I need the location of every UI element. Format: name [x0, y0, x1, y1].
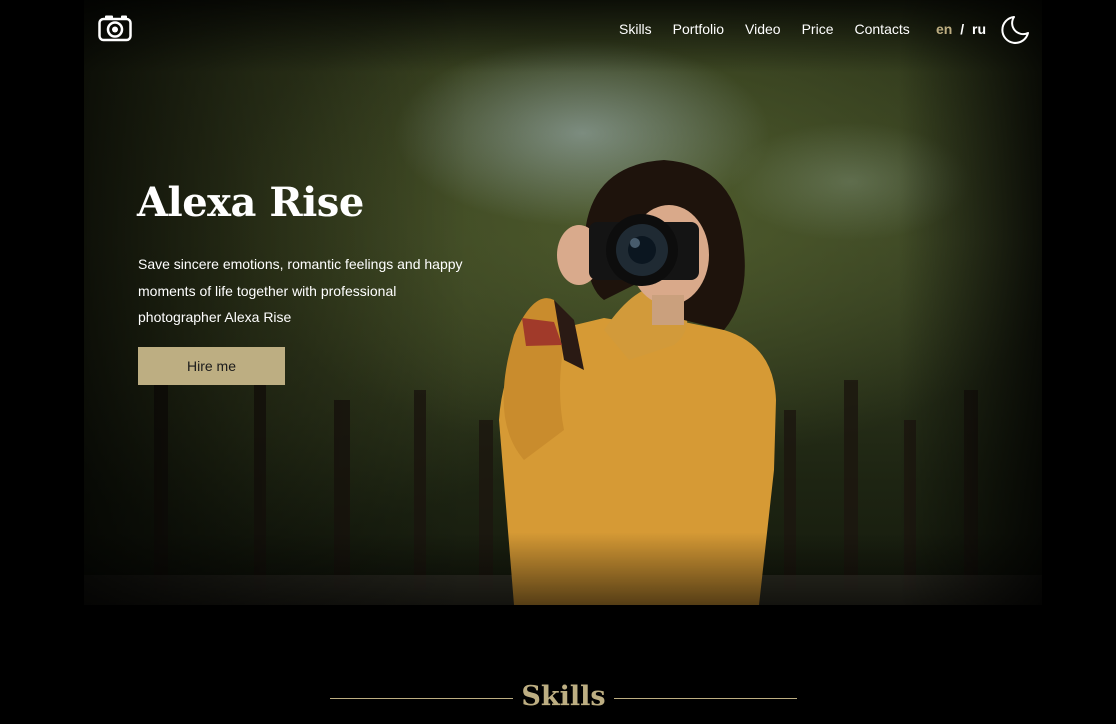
language-switcher: en / ru — [936, 20, 986, 38]
page: Skills Portfolio Video Price Contacts en… — [0, 0, 1116, 724]
hire-me-button[interactable]: Hire me — [138, 347, 285, 385]
nav-contacts[interactable]: Contacts — [855, 20, 910, 38]
camera-icon[interactable] — [98, 14, 132, 42]
skills-title: Skills — [521, 681, 606, 712]
lang-separator: / — [960, 21, 965, 37]
nav-portfolio[interactable]: Portfolio — [673, 20, 724, 38]
skills-divider-left — [330, 698, 513, 699]
moon-icon[interactable] — [1000, 15, 1030, 45]
nav-skills[interactable]: Skills — [619, 20, 652, 38]
hero-title: Alexa Rise — [137, 179, 364, 226]
lang-en[interactable]: en — [936, 21, 952, 37]
nav-price[interactable]: Price — [802, 20, 834, 38]
skills-section-heading: Skills — [0, 676, 1116, 720]
hero-description: Save sincere emotions, romantic feelings… — [138, 256, 463, 325]
nav-video[interactable]: Video — [745, 20, 781, 38]
main-nav: Skills Portfolio Video Price Contacts — [619, 20, 931, 38]
skills-divider-right — [614, 698, 797, 699]
lang-ru[interactable]: ru — [972, 21, 986, 37]
